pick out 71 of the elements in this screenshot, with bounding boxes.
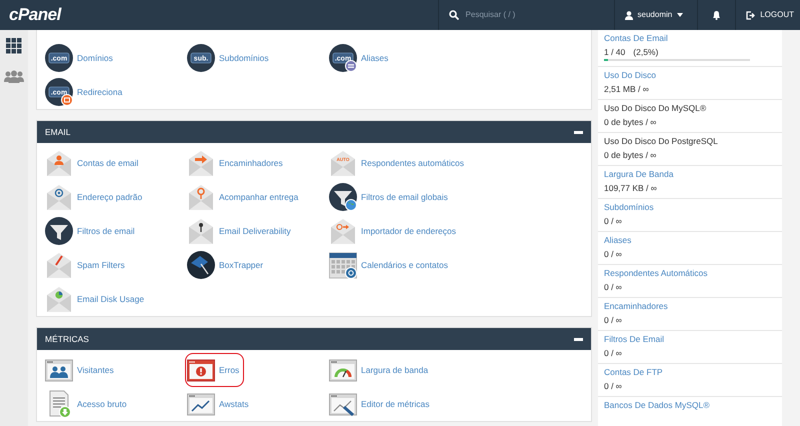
bell-icon[interactable] xyxy=(712,10,722,20)
envelope-icon xyxy=(329,217,357,245)
tool-link[interactable]: BoxTrapper xyxy=(185,248,268,282)
tool-link[interactable]: Importador de endereços xyxy=(327,214,461,248)
logout-icon[interactable] xyxy=(746,10,756,20)
tool-link[interactable]: Filtros de email globais xyxy=(327,180,453,214)
users-icon[interactable] xyxy=(4,70,24,83)
user-menu[interactable]: seudomin xyxy=(638,9,672,21)
tool-link[interactable]: Contas de email xyxy=(43,146,144,180)
tool-link[interactable]: Erros xyxy=(185,353,244,387)
stat-link[interactable]: Contas De Email xyxy=(604,32,776,45)
stat-value: 0 / ∞ xyxy=(604,215,622,228)
tool-link[interactable]: Spam Filters xyxy=(43,248,130,282)
stat-percent: (2,5%) xyxy=(633,46,658,59)
tool-link[interactable]: Largura de banda xyxy=(327,353,434,387)
tool-link[interactable]: Endereço padrão xyxy=(43,180,148,214)
stat-value: 1 / 40 xyxy=(604,46,626,59)
tool-link[interactable]: Awstats xyxy=(185,387,254,421)
stat-link[interactable]: Aliases xyxy=(604,234,776,247)
tool-link[interactable]: Calendários e contatos xyxy=(327,248,453,282)
logo[interactable]: cPanel xyxy=(0,2,61,28)
tool-link[interactable]: Acesso bruto xyxy=(43,387,132,421)
envelope-icon xyxy=(187,217,215,245)
section-title: MÉTRICAS xyxy=(45,332,89,346)
stat-value: 0 de bytes / ∞ xyxy=(604,149,656,162)
search-field[interactable]: Pesquisar ( / ) xyxy=(464,8,544,22)
collapse-icon[interactable] xyxy=(574,130,583,134)
stat-value: 0 / ∞ xyxy=(604,314,622,327)
tool-link[interactable]: Acompanhar entrega xyxy=(185,180,304,214)
stat-value: 109,77 KB / ∞ xyxy=(604,182,657,195)
stat-link[interactable]: Contas De FTP xyxy=(604,366,776,379)
section-header[interactable]: MÉTRICAS xyxy=(37,328,591,350)
grid-icon[interactable] xyxy=(6,38,22,54)
tool-link[interactable]: Editor de métricas xyxy=(327,387,434,421)
caret-icon[interactable] xyxy=(677,13,684,17)
tool-link[interactable]: Visitantes xyxy=(43,353,119,387)
calendar-icon xyxy=(329,251,357,279)
stat-link[interactable]: Subdomínios xyxy=(604,201,776,214)
stat-link[interactable]: Largura De Banda xyxy=(604,168,776,181)
envelope-icon xyxy=(45,285,73,313)
envelope-icon xyxy=(187,149,215,177)
stat-link[interactable]: Respondentes Automáticos xyxy=(604,267,776,280)
stat-value: 0 / ∞ xyxy=(604,281,622,294)
stat-value: 0 / ∞ xyxy=(604,347,622,360)
user-icon[interactable] xyxy=(624,10,633,20)
tool-link[interactable]: Encaminhadores xyxy=(185,146,288,180)
envelope-icon xyxy=(45,149,73,177)
stat-title: Uso Do Disco Do PostgreSQL xyxy=(604,135,719,148)
funnel-icon xyxy=(45,217,73,245)
section-title: EMAIL xyxy=(45,126,71,138)
funnel-icon xyxy=(329,183,357,211)
umbrella-icon xyxy=(187,251,215,279)
stat-value: 2,51 MB / ∞ xyxy=(604,83,649,96)
tool-link[interactable]: Email Deliverability xyxy=(185,214,296,248)
stat-link[interactable]: Encaminhadores xyxy=(604,300,776,313)
stat-link[interactable]: Bancos De Dados MySQL® xyxy=(604,399,776,412)
stat-value: 0 / ∞ xyxy=(604,380,622,393)
tool-link[interactable]: Email Disk Usage xyxy=(43,282,150,316)
search-icon[interactable] xyxy=(448,10,459,20)
stat-value: 0 de bytes / ∞ xyxy=(604,116,656,129)
tool-link[interactable]: Filtros de email xyxy=(43,214,140,248)
collapse-icon[interactable] xyxy=(574,338,583,340)
stat-link[interactable]: Uso Do Disco xyxy=(604,69,776,82)
section-header[interactable]: EMAIL xyxy=(37,121,591,143)
envelope-icon xyxy=(45,183,73,211)
stat-link[interactable]: Filtros De Email xyxy=(604,333,776,346)
envelope-icon xyxy=(45,251,73,279)
stat-value: 0 / ∞ xyxy=(604,248,622,261)
logout-link[interactable]: LOGOUT xyxy=(760,9,794,21)
envelope-icon xyxy=(187,183,215,211)
stat-title: Uso Do Disco Do MySQL® xyxy=(604,102,708,115)
